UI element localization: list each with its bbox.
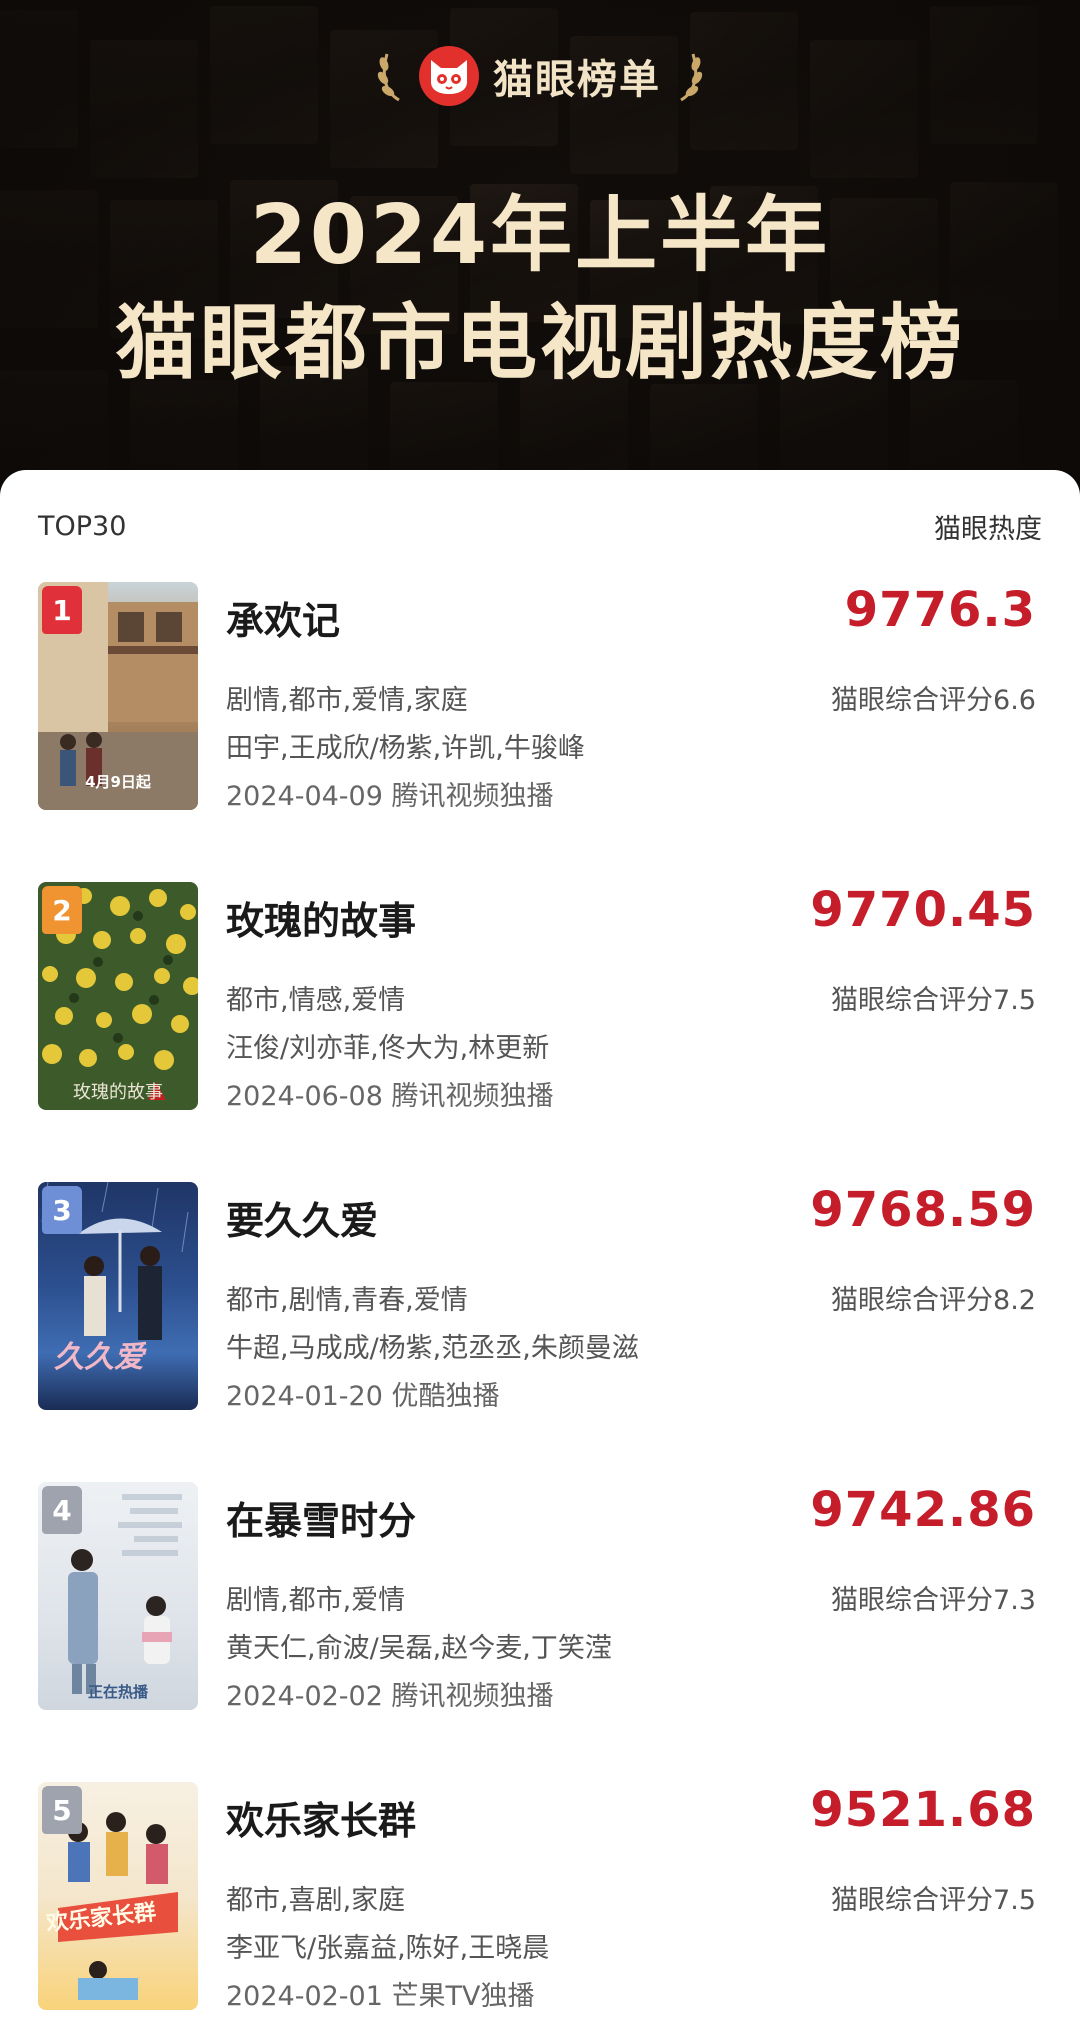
poster-caption: 玫瑰的故事	[73, 1082, 163, 1103]
laurel-right-icon	[680, 53, 703, 102]
show-title[interactable]: 在暴雪时分	[226, 1490, 416, 1545]
heat-score: 9521.68	[810, 1782, 1036, 1838]
heat-score: 9770.45	[810, 882, 1036, 938]
rank-badge: 2	[42, 886, 82, 934]
heat-column-label: 猫眼热度	[934, 513, 1042, 545]
poster-image[interactable]: 正在热播 4	[38, 1482, 198, 1710]
poster-image[interactable]: 欢乐家长群 5	[38, 1782, 198, 2010]
show-title[interactable]: 要久久爱	[226, 1190, 378, 1245]
show-title[interactable]: 欢乐家长群	[226, 1790, 416, 1845]
maoyan-rating: 猫眼综合评分7.5	[831, 985, 1036, 1016]
show-genres: 都市,情感,爱情	[226, 985, 406, 1016]
release-info: 2024-06-08 腾讯视频独播	[226, 1081, 554, 1112]
list-item[interactable]: 欢乐家长群 5 欢乐家长群 9521.68 都市,喜剧,家庭 猫眼综合评分7.5…	[38, 1782, 1042, 2012]
release-info: 2024-01-20 优酷独播	[226, 1381, 500, 1412]
maoyan-rating: 猫眼综合评分8.2	[831, 1285, 1036, 1316]
release-info: 2024-02-02 腾讯视频独播	[226, 1681, 554, 1712]
rank-badge: 5	[42, 1786, 82, 1834]
rank-badge: 1	[42, 586, 82, 634]
heat-score: 9742.86	[810, 1482, 1036, 1538]
show-title[interactable]: 玫瑰的故事	[226, 890, 416, 945]
maoyan-cat-logo-icon	[419, 46, 479, 106]
poster-caption: 正在热播	[87, 1683, 148, 1701]
show-cast: 李亚飞/张嘉益,陈好,王晓晨	[226, 1933, 550, 1964]
header-banner: 猫眼榜单 2024年上半年 猫眼都市电视剧热度榜	[0, 0, 1080, 500]
show-genres: 剧情,都市,爱情	[226, 1585, 406, 1616]
brand-bar: 猫眼榜单	[0, 44, 1080, 108]
rank-badge: 4	[42, 1486, 82, 1534]
heat-score: 9768.59	[810, 1182, 1036, 1238]
ranking-card: TOP30 猫眼热度 4月9日起 1 承欢记 9776.3 剧情,都市,爱情,家…	[0, 470, 1080, 2030]
show-genres: 都市,剧情,青春,爱情	[226, 1285, 468, 1316]
show-genres: 剧情,都市,爱情,家庭	[226, 685, 468, 716]
poster-caption: 4月9日起	[85, 773, 151, 791]
page-title-line1: 2024年上半年	[249, 188, 831, 283]
show-genres: 都市,喜剧,家庭	[226, 1885, 406, 1916]
list-item[interactable]: 正在热播 4 在暴雪时分 9742.86 剧情,都市,爱情 猫眼综合评分7.3 …	[38, 1482, 1042, 1712]
poster-image[interactable]: 久久爱 3	[38, 1182, 198, 1410]
release-info: 2024-04-09 腾讯视频独播	[226, 781, 554, 812]
brand-name: 猫眼榜单	[493, 57, 661, 103]
show-cast: 汪俊/刘亦菲,佟大为,林更新	[226, 1033, 550, 1064]
maoyan-rating: 猫眼综合评分7.3	[831, 1585, 1036, 1616]
heat-score: 9776.3	[844, 582, 1036, 638]
poster-caption: 久久爱	[54, 1340, 144, 1375]
list-item[interactable]: 久久爱 3 要久久爱 9768.59 都市,剧情,青春,爱情 猫眼综合评分8.2…	[38, 1182, 1042, 1412]
show-cast: 牛超,马成成/杨紫,范丞丞,朱颜曼滋	[226, 1333, 639, 1364]
show-title[interactable]: 承欢记	[226, 590, 340, 645]
maoyan-rating: 猫眼综合评分6.6	[831, 685, 1036, 716]
page-title-line2: 猫眼都市电视剧热度榜	[114, 296, 965, 391]
laurel-left-icon	[377, 53, 400, 102]
list-item[interactable]: 4月9日起 1 承欢记 9776.3 剧情,都市,爱情,家庭 猫眼综合评分6.6…	[38, 582, 1042, 812]
maoyan-rating: 猫眼综合评分7.5	[831, 1885, 1036, 1916]
show-cast: 田宇,王成欣/杨紫,许凯,牛骏峰	[226, 733, 585, 764]
list-item[interactable]: 玫瑰的故事 2 玫瑰的故事 9770.45 都市,情感,爱情 猫眼综合评分7.5…	[38, 882, 1042, 1112]
list-header: TOP30 猫眼热度	[38, 506, 1042, 546]
top30-label: TOP30	[38, 510, 127, 542]
poster-image[interactable]: 4月9日起 1	[38, 582, 198, 810]
show-cast: 黄天仁,俞波/吴磊,赵今麦,丁笑滢	[226, 1633, 612, 1664]
poster-image[interactable]: 玫瑰的故事 2	[38, 882, 198, 1110]
rank-badge: 3	[42, 1186, 82, 1234]
release-info: 2024-02-01 芒果TV独播	[226, 1981, 535, 2012]
